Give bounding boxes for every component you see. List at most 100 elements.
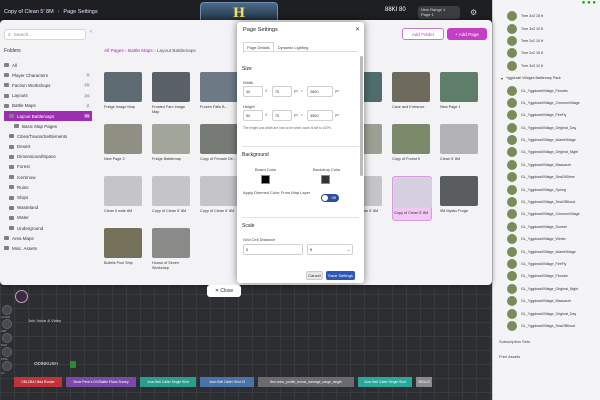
list-item[interactable]: GL_YggdrasilVillage_SeaOfBlood	[493, 320, 600, 332]
sidebar-item-folder[interactable]: Cities/Towns/Settlements	[4, 131, 92, 141]
list-item[interactable]: GL_YggdrasilVillage_Original_Night	[493, 283, 600, 295]
page-tile[interactable]: Bullets Pool Ship	[104, 228, 144, 273]
list-item[interactable]: ▾ Yggdrasil Villages Battlemap Pack	[493, 72, 600, 84]
page-tile[interactable]: Cave and Entrance	[392, 72, 432, 117]
search-input[interactable]: ⌕ Search...	[4, 29, 86, 40]
page-tile[interactable]: Copy of Clean 5' 8M	[392, 176, 432, 221]
sidebar-item-folder[interactable]: Layout Battlemaps 34	[4, 110, 92, 122]
close-button[interactable]: ✕ Close	[207, 285, 241, 297]
macro-button[interactable]: SKILLS	[416, 377, 432, 387]
list-item[interactable]: GL_YggdrasilVillage_Spring	[493, 183, 600, 195]
list-item[interactable]: GL_YggdrasilVillage_SeaOfBlood	[493, 196, 600, 208]
macro-button[interactable]: Joon Bell Caller Single Shot	[140, 377, 196, 387]
width-px-input[interactable]: 70	[272, 86, 292, 97]
tool-button[interactable]	[2, 347, 12, 357]
sidebar-item-folder[interactable]: Battle Maps 2	[4, 101, 92, 111]
range-badge[interactable]: New Range 1 Page 1	[418, 6, 460, 19]
sidebar-item-folder[interactable]: Water	[4, 213, 92, 223]
macro-button[interactable]: Bone Penn's DC/Battle Plans Snowy	[66, 377, 136, 387]
close-icon[interactable]: ✕	[355, 26, 360, 33]
width-total-input[interactable]: 2800	[307, 86, 333, 97]
add-folder-button[interactable]: Add Folder	[402, 28, 444, 40]
sidebar-item-folder[interactable]: Dimensional/Space	[4, 152, 92, 162]
page-tile[interactable]: Copy of Clean 5' 8M	[152, 176, 192, 221]
height-total-input[interactable]: 3500	[307, 110, 333, 121]
list-item[interactable]: GL_YggdrasilVillage_SeaOfSlime	[493, 171, 600, 183]
page-tile[interactable]: Copy of Clean 5' 8M	[200, 176, 240, 221]
cancel-button[interactable]: Cancel	[306, 271, 323, 280]
macro-button[interactable]: Joon Bell Caller Single Shot	[358, 377, 412, 387]
sidebar-item-folder[interactable]: Layouts 24	[4, 91, 92, 101]
tool-button[interactable]	[2, 305, 12, 315]
sidebar-item-folder[interactable]: Misc. Assets	[4, 243, 92, 253]
asset-group-header[interactable]: Free Assets	[493, 351, 600, 362]
list-item[interactable]: GL_YggdrasilVillage_Original_Day	[493, 122, 600, 134]
sidebar-item-folder[interactable]: Player Characters 9	[4, 70, 92, 80]
list-item[interactable]: Tree 3x3 10 ft	[493, 60, 600, 72]
page-tile[interactable]: House of Seven Workshop	[152, 228, 192, 273]
page-tile[interactable]: New Page 1	[440, 72, 480, 117]
list-item[interactable]: Tree 3x3 10 ft	[493, 22, 600, 34]
tool-button[interactable]	[2, 361, 12, 371]
list-item[interactable]: GL_YggdrasilVillage_FireFly	[493, 258, 600, 270]
sidebar-item-folder[interactable]: Ice/Snow	[4, 172, 92, 182]
page-tile[interactable]: Fridge Image Map	[104, 72, 144, 117]
breadcrumb-item[interactable]: Battle Maps	[128, 48, 153, 53]
sidebar-item-folder[interactable]: Wasteland	[4, 203, 92, 213]
page-tile[interactable]: Clean 5 wide 8M	[104, 176, 144, 221]
video-join-label[interactable]: Join Voice & Video	[28, 318, 61, 323]
list-item[interactable]: GL_YggdrasilVillage_FireFly	[493, 109, 600, 121]
collapse-icon[interactable]: ‹	[90, 29, 100, 39]
list-item[interactable]: GL_YggdrasilVillage_Massacre	[493, 295, 600, 307]
page-tile[interactable]: Fridge Battlemap	[152, 124, 192, 169]
list-item[interactable]: Tree 2x2 10 ft	[493, 35, 600, 47]
add-page-button[interactable]: + Add Page	[447, 28, 487, 40]
page-settings-link[interactable]: Page Settings	[63, 9, 97, 15]
sidebar-item-folder[interactable]: Ships	[4, 192, 92, 202]
save-settings-button[interactable]: Save Settings	[326, 271, 355, 280]
list-item[interactable]: GL_YggdrasilVillage_Original_Day	[493, 307, 600, 319]
list-item[interactable]: GL_YggdrasilVillage_IslandVillage	[493, 134, 600, 146]
tool-button[interactable]	[2, 319, 12, 329]
sidebar-item-folder[interactable]: Faction Workshops 19	[4, 80, 92, 90]
asset-group-header[interactable]: Subscription Sets	[493, 336, 600, 347]
list-item[interactable]: GL_YggdrasilVillage_Original_Night	[493, 146, 600, 158]
page-tile[interactable]: New Page 2	[104, 124, 144, 169]
list-item[interactable]: GL_YggdrasilVillage_CrimsonVillage	[493, 208, 600, 220]
height-px-input[interactable]: 70	[272, 110, 292, 121]
page-tile[interactable]: 9M Mystic Forge	[440, 176, 480, 221]
sidebar-item-folder[interactable]: Basic Map Pages	[4, 121, 92, 131]
sidebar-item-folder[interactable]: Desert	[4, 142, 92, 152]
breadcrumb-item[interactable]: All Pages	[104, 48, 124, 53]
list-item[interactable]: GL_YggdrasilVillage_Winter	[493, 233, 600, 245]
list-item[interactable]: Tree 2x2 15 ft	[493, 47, 600, 59]
sidebar-item-folder[interactable]: Underground	[4, 223, 92, 233]
dimmed-color-toggle[interactable]: Off	[321, 194, 339, 202]
board-color-swatch[interactable]	[261, 175, 270, 184]
page-tile[interactable]: Copy of Female Dif...	[200, 124, 240, 169]
sidebar-item-folder[interactable]: All	[4, 60, 92, 70]
list-item[interactable]: GL_YggdrasilVillage_Massacre	[493, 159, 600, 171]
list-item[interactable]: GL_YggdrasilVillage_Flooded	[493, 84, 600, 96]
macro-button[interactable]: tbm color_profile_bonus_damage_range_sin…	[258, 377, 354, 387]
page-tile[interactable]: Copy of Forest II	[392, 124, 432, 169]
gear-icon[interactable]: ⚙	[470, 8, 477, 17]
macro-button[interactable]: Joon Bell Caller Shot Cl	[200, 377, 254, 387]
list-item[interactable]: GL_YggdrasilVillage_CrimsonVillage	[493, 97, 600, 109]
grid-distance-input[interactable]: 5	[243, 244, 303, 255]
list-item[interactable]: Tree 3x3 15 ft	[493, 10, 600, 22]
page-tile[interactable]: Frosted Fam Image Map	[152, 72, 192, 117]
list-item[interactable]: GL_YggdrasilVillage_Sunset	[493, 221, 600, 233]
width-cells-input[interactable]: 40	[243, 86, 263, 97]
backdrop-color-swatch[interactable]	[321, 175, 330, 184]
list-item[interactable]: GL_YggdrasilVillage_Flooded	[493, 270, 600, 282]
sidebar-item-folder[interactable]: Ruins	[4, 182, 92, 192]
sidebar-item-folder[interactable]: Area Maps	[4, 233, 92, 243]
height-cells-input[interactable]: 50	[243, 110, 263, 121]
avatar[interactable]	[15, 290, 28, 303]
tool-button[interactable]	[2, 333, 12, 343]
macro-button[interactable]: DBLZBA Hilda Rocker	[14, 377, 62, 387]
sidebar-item-folder[interactable]: Forest	[4, 162, 92, 172]
page-tile[interactable]: Frozen Falls B...	[200, 72, 240, 117]
grid-unit-select[interactable]: ft ⌄	[307, 244, 353, 255]
